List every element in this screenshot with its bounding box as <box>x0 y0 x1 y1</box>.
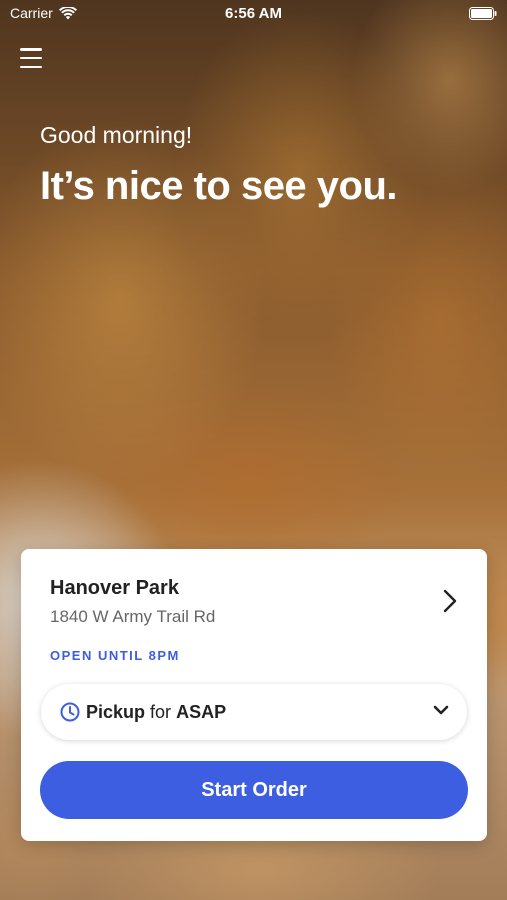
location-hours: OPEN UNTIL 8PM <box>50 648 180 663</box>
pickup-connector: for <box>150 701 172 722</box>
headline-text: It’s nice to see you. <box>40 164 398 208</box>
chevron-right-icon[interactable] <box>443 589 457 613</box>
pickup-label: Pickup for ASAP <box>86 702 226 723</box>
status-bar: Carrier 6:56 AM <box>0 0 507 28</box>
status-time: 6:56 AM <box>225 5 282 22</box>
location-card: Hanover Park 1840 W Army Trail Rd OPEN U… <box>21 549 487 841</box>
location-name: Hanover Park <box>50 577 179 599</box>
greeting-text: Good morning! <box>40 122 193 148</box>
pickup-time-selector[interactable]: Pickup for ASAP <box>41 684 467 740</box>
menu-line <box>20 56 42 60</box>
pickup-when: ASAP <box>176 701 227 722</box>
pickup-mode: Pickup <box>86 701 146 722</box>
start-order-button[interactable]: Start Order <box>40 761 468 819</box>
chevron-down-icon <box>433 705 449 715</box>
menu-line <box>20 65 42 68</box>
hamburger-icon[interactable] <box>20 48 42 68</box>
battery-icon <box>469 7 497 23</box>
clock-icon <box>60 702 80 722</box>
location-address: 1840 W Army Trail Rd <box>50 607 216 626</box>
menu-line <box>20 48 42 51</box>
